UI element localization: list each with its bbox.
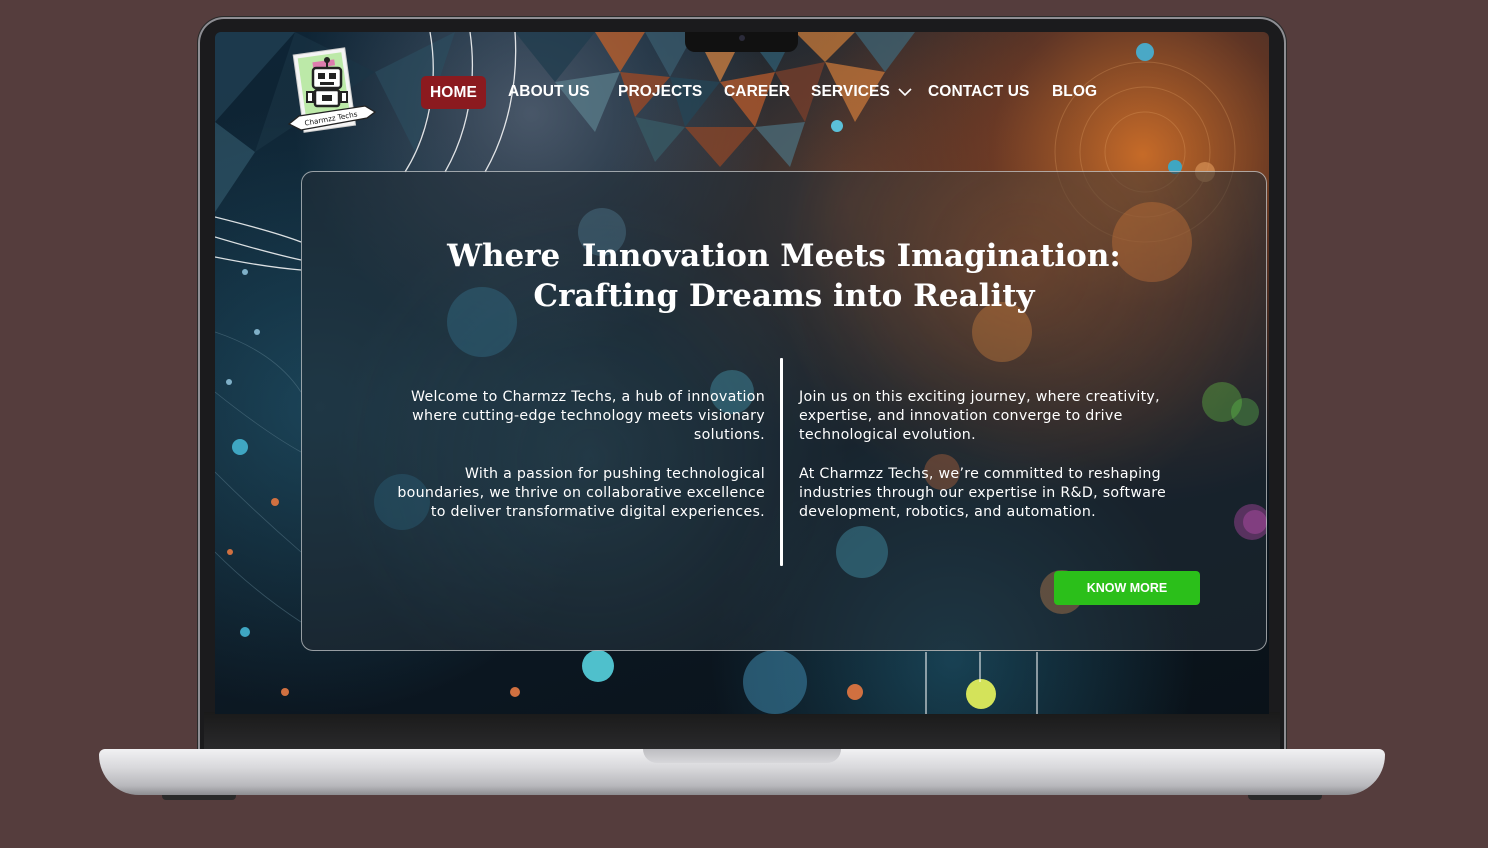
chevron-down-icon[interactable] xyxy=(897,84,913,100)
nav-item-about-us[interactable]: ABOUT US xyxy=(508,77,590,107)
intro-paragraph: At Charmzz Techs, we’re committed to res… xyxy=(799,466,1167,520)
camera-icon xyxy=(739,35,745,41)
nav-item-career[interactable]: CAREER xyxy=(724,77,790,107)
hero-headline: Where Innovation Meets Imagination: Craf… xyxy=(302,236,1266,316)
laptop-opening-notch xyxy=(643,749,841,763)
headline-line-2: Crafting Dreams into Reality xyxy=(533,278,1035,314)
nav-item-blog[interactable]: BLOG xyxy=(1052,77,1097,107)
know-more-button[interactable]: KNOW MORE xyxy=(1054,571,1200,605)
intro-column-right: Join us on this exciting journey, where … xyxy=(799,388,1199,542)
nav-item-projects[interactable]: PROJECTS xyxy=(618,77,702,107)
intro-column-left: Welcome to Charmzz Techs, a hub of innov… xyxy=(389,388,765,542)
laptop-foot xyxy=(162,795,236,800)
nav-item-services[interactable]: SERVICES xyxy=(811,77,890,107)
hero-panel: Where Innovation Meets Imagination: Craf… xyxy=(301,171,1267,651)
intro-paragraph: With a passion for pushing technological… xyxy=(397,466,765,520)
laptop-foot xyxy=(1248,795,1322,800)
nav-item-home[interactable]: HOME xyxy=(421,76,486,109)
nav-item-contact-us[interactable]: CONTACT US xyxy=(928,77,1029,107)
website-screen: Charmzz Techs HOME ABOUT US PROJECTS CAR… xyxy=(215,32,1269,714)
intro-paragraph: Join us on this exciting journey, where … xyxy=(799,389,1160,443)
laptop-bezel xyxy=(204,712,1280,750)
column-divider xyxy=(780,358,783,566)
headline-line-1: Where Innovation Meets Imagination: xyxy=(447,238,1121,274)
intro-paragraph: Welcome to Charmzz Techs, a hub of innov… xyxy=(410,389,765,443)
